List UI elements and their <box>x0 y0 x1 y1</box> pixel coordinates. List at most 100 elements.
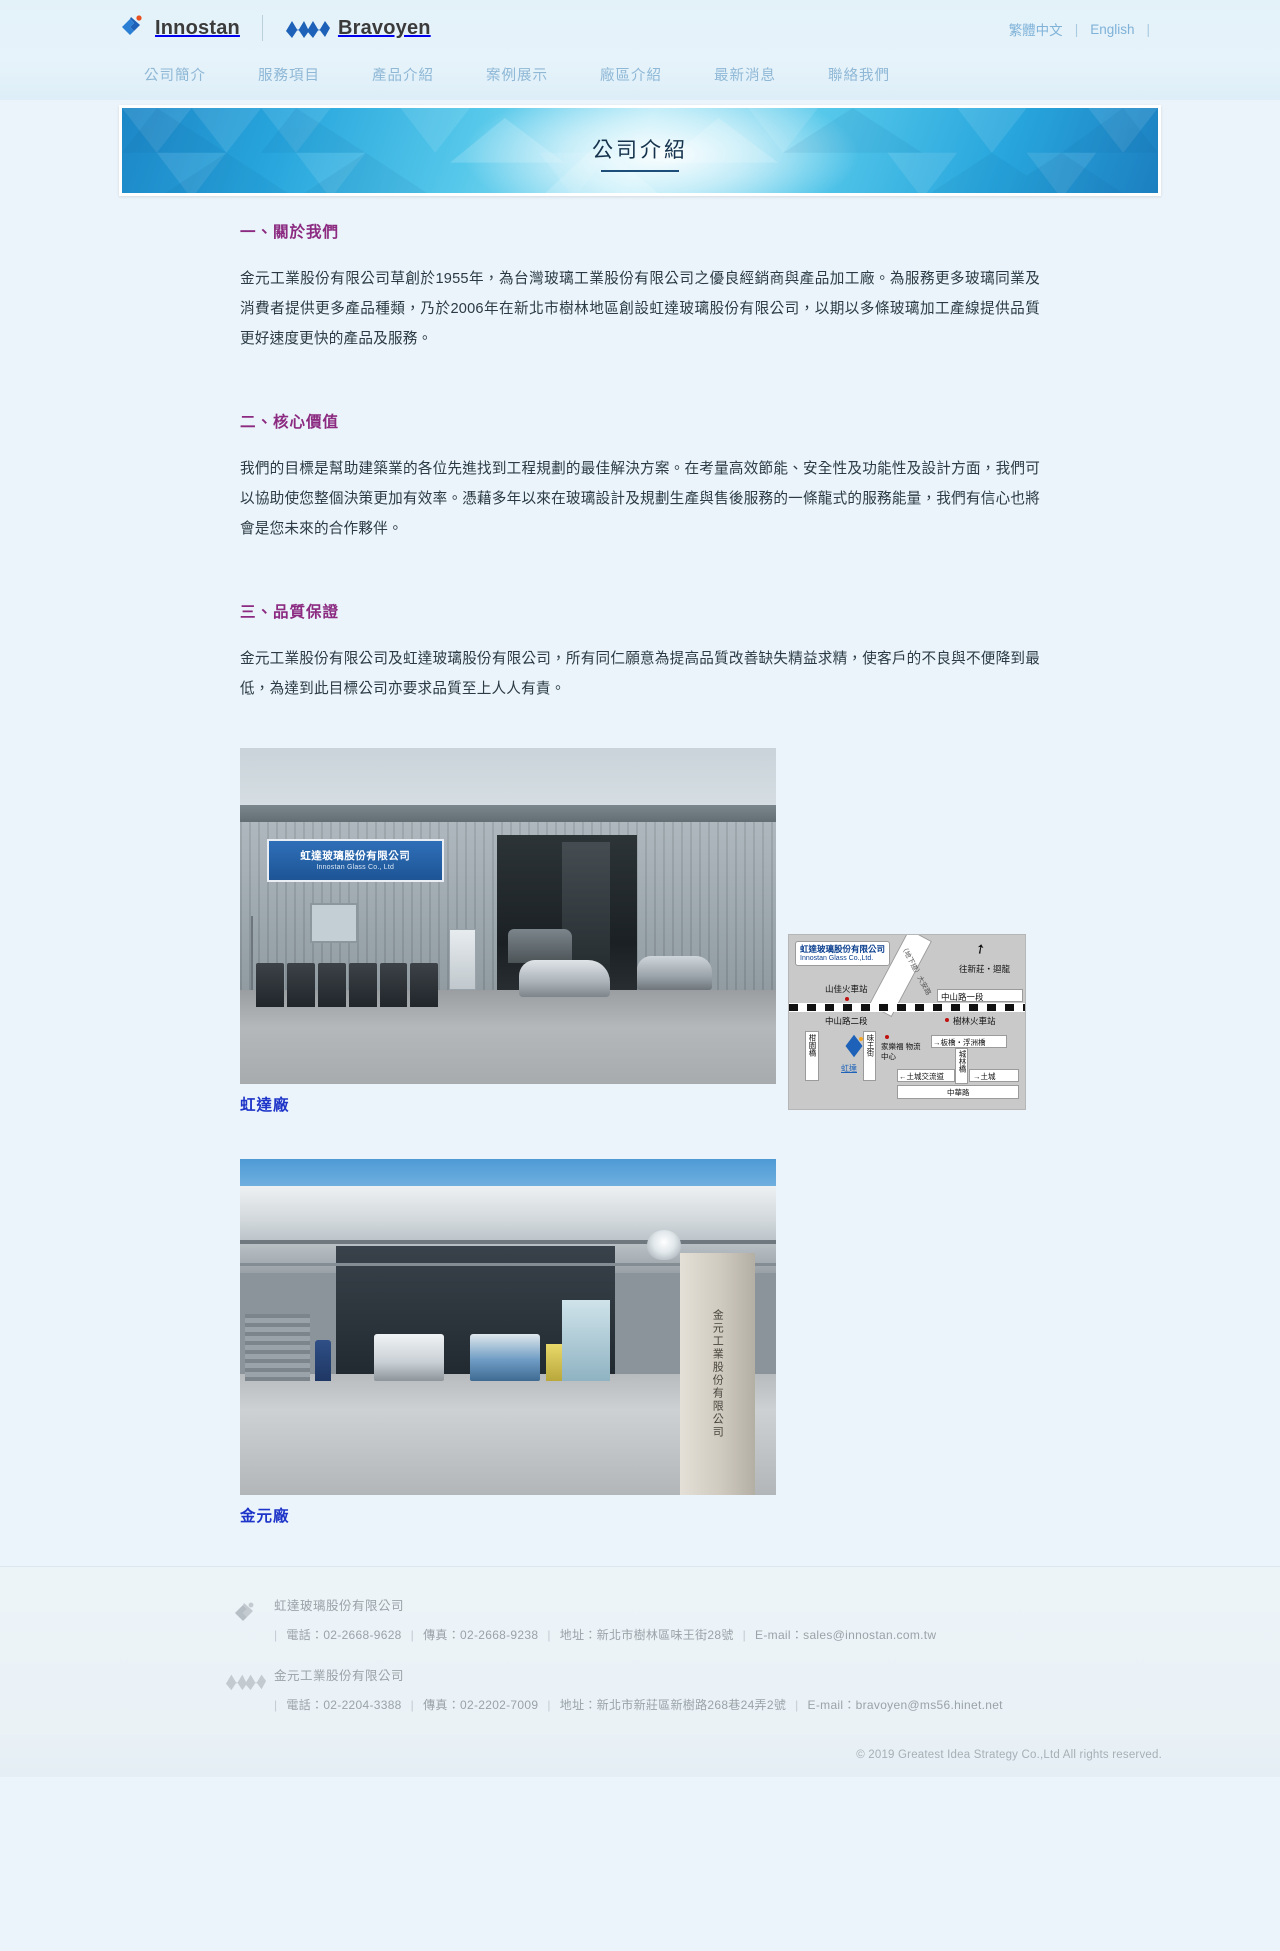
footer-contact-innostan: | 電話： 02-2668-9628 | 傳真： 02-2668-9238 | … <box>274 1626 1062 1643</box>
lang-separator-2: | <box>1146 21 1150 37</box>
lang-zh-link[interactable]: 繁體中文 <box>1009 19 1063 39</box>
footer-address-label-bravoyen: 地址： <box>559 1698 597 1712</box>
nav-item-factory[interactable]: 廠區介紹 <box>574 63 688 89</box>
footer-bar: | <box>410 1697 415 1712</box>
footer-address-label-innostan: 地址： <box>559 1628 597 1642</box>
photo1-car-silver <box>518 959 610 997</box>
footer-bar: | <box>274 1627 278 1642</box>
footer-bar: | <box>742 1627 747 1642</box>
footer-email-label-bravoyen: E-mail： <box>807 1698 856 1712</box>
photo2-worker <box>315 1340 332 1381</box>
footer-mark-innostan <box>218 1595 274 1629</box>
photo2-truck-white <box>374 1333 444 1381</box>
footer-mark-bravoyen <box>218 1665 274 1693</box>
bravoyen-zigzag-icon <box>285 21 330 38</box>
photo2-truck-blue <box>470 1333 541 1381</box>
footer-phone-label-bravoyen: 電話： <box>286 1698 324 1712</box>
footer-contact-bravoyen: | 電話： 02-2204-3388 | 傳真： 02-2202-7009 | … <box>274 1696 1062 1713</box>
footer-fax-innostan: 02-2668-9238 <box>460 1627 539 1642</box>
map-label-ganyuan-bridge: 柑園橋 <box>808 1034 817 1057</box>
photo2-yellow-equipment <box>545 1343 562 1381</box>
map-innostan-logo-dot-icon <box>859 1037 863 1041</box>
footer-email-bravoyen[interactable]: bravoyen@ms56.hinet.net <box>856 1698 1003 1712</box>
map-marker-innostan: 虹達 <box>841 1064 857 1073</box>
footer-bar: | <box>274 1697 278 1712</box>
map-label-to-tucheng: →土城 <box>973 1072 996 1081</box>
nav-item-company-profile[interactable]: 公司簡介 <box>118 63 232 89</box>
nav-item-news[interactable]: 最新消息 <box>688 63 802 89</box>
innostan-diamond-icon <box>122 15 142 35</box>
copyright-text: © 2019 Greatest Idea Strategy Co.,Ltd Al… <box>0 1735 1280 1777</box>
photo1-window <box>309 902 358 943</box>
map-label-tucheng-interchange: ←土城交流道 <box>899 1072 944 1081</box>
footer-company-name-innostan: 虹達玻璃股份有限公司 <box>274 1599 405 1613</box>
photo2-glass-rack <box>561 1300 610 1381</box>
banner-title: 公司介紹 <box>592 139 688 162</box>
section-heading-about: 一、關於我們 <box>240 224 340 241</box>
map-company-en: Innostan Glass Co.,Ltd. <box>800 954 874 962</box>
page-banner: 公司介紹 <box>119 105 1161 196</box>
map-label-weiwang-street: 味王街 <box>866 1034 875 1057</box>
main-content: 一、關於我們 金元工業股份有限公司草創於1955年，為台灣玻璃工業股份有限公司之… <box>0 196 1280 1566</box>
map-north-arrow-icon: ➚ <box>971 939 989 958</box>
nav-item-contact[interactable]: 聯絡我們 <box>802 63 916 89</box>
map-dot-shulin <box>945 1018 949 1022</box>
innostan-diamond-icon <box>235 1602 254 1621</box>
section-heading-quality: 三、品質保證 <box>240 604 340 621</box>
photo2-ceiling-lamp <box>647 1229 682 1260</box>
nav-item-cases[interactable]: 案例展示 <box>460 63 574 89</box>
logo-divider <box>261 15 263 41</box>
footer-bar: | <box>547 1627 551 1642</box>
map-label-zhongshan-2: 中山路二段 <box>825 1016 868 1026</box>
nav-item-products[interactable]: 產品介紹 <box>346 63 460 89</box>
map-company-zh: 虹達玻璃股份有限公司 <box>800 944 886 954</box>
site-footer: 虹達玻璃股份有限公司 | 電話： 02-2668-9628 | 傳真： 02-2… <box>0 1566 1280 1777</box>
main-navigation: 公司簡介 服務項目 產品介紹 案例展示 廠區介紹 最新消息 聯絡我們 <box>118 63 916 89</box>
footer-phone-bravoyen[interactable]: 02-2204-3388 <box>323 1698 401 1712</box>
map-dot-shanjia <box>845 997 849 1001</box>
footer-company-name-bravoyen: 金元工業股份有限公司 <box>274 1669 405 1683</box>
section-body-about: 金元工業股份有限公司草創於1955年，為台灣玻璃工業股份有限公司之優良經銷商與產… <box>240 271 1040 347</box>
photo1-scooter-row <box>256 963 439 1007</box>
photo1-vehicle-in-door <box>508 929 573 964</box>
photo1-company-sign: 虹達玻璃股份有限公司 Innostan Glass Co., Ltd <box>266 838 444 883</box>
photo1-car-grey <box>636 956 712 990</box>
footer-address-bravoyen: 新北市新莊區新樹路268巷24弄2號 <box>596 1698 787 1712</box>
photo1-pole <box>250 916 253 990</box>
nav-item-services[interactable]: 服務項目 <box>232 63 346 89</box>
footer-fax-label-innostan: 傳真： <box>423 1628 460 1642</box>
section-body-quality: 金元工業股份有限公司及虹達玻璃股份有限公司，所有同仁願意為提高品質改善缺失精益求… <box>240 651 1040 697</box>
map-label-zhongshan-1: 中山路一段 <box>941 992 984 1002</box>
photo1-cabinet <box>449 929 476 990</box>
photo1-scooter <box>379 963 408 1007</box>
footer-email-label-innostan: E-mail： <box>755 1628 804 1642</box>
map-label-to-banqiao: →板橋・浮洲橋 <box>933 1038 986 1047</box>
photo1-scooter <box>256 963 284 1007</box>
map-dot-carrefour <box>885 1035 889 1039</box>
footer-bar: | <box>547 1697 551 1712</box>
footer-bar: | <box>410 1627 415 1642</box>
section-heading-core-values: 二、核心價值 <box>240 414 340 431</box>
footer-fax-bravoyen: 02-2202-7009 <box>460 1697 539 1712</box>
map-label-zhonghua-road: 中華路 <box>947 1088 970 1097</box>
map-label-carrefour: 家樂福 物流中心 <box>881 1042 921 1061</box>
language-switcher: 繁體中文 | English | <box>1009 19 1162 39</box>
footer-company-bravoyen: 金元工業股份有限公司 | 電話： 02-2204-3388 | 傳真： 02-2… <box>218 1665 1062 1713</box>
lang-en-link[interactable]: English <box>1090 22 1134 37</box>
logo-bravoyen[interactable]: Bravoyen <box>285 16 431 40</box>
footer-email-innostan[interactable]: sales@innostan.com.tw <box>803 1628 936 1642</box>
photo1-sign-zh: 虹達玻璃股份有限公司 <box>300 850 411 863</box>
footer-phone-label-innostan: 電話： <box>286 1628 324 1642</box>
content-column: 一、關於我們 金元工業股份有限公司草創於1955年，為台灣玻璃工業股份有限公司之… <box>240 196 1040 1526</box>
photo1-scooter <box>410 963 439 1007</box>
photo1-scooter <box>348 963 377 1007</box>
footer-phone-innostan[interactable]: 02-2668-9628 <box>323 1628 401 1642</box>
footer-address-innostan: 新北市樹林區味王街28號 <box>596 1628 734 1642</box>
photo2-beam-upper <box>240 1239 776 1244</box>
map-label-shanjia-station: 山佳火車站 <box>825 984 868 994</box>
factory-photo-innostan: 虹達玻璃股份有限公司 Innostan Glass Co., Ltd <box>240 748 776 1084</box>
footer-bar: | <box>795 1697 799 1712</box>
map-label-to-xinzhuang: 往新莊・迴龍 <box>959 964 1011 974</box>
photo-block-bravoyen: 金元工業股份有限公司 金元廠 <box>240 1159 1040 1526</box>
logo-innostan[interactable]: Innostan <box>118 14 240 42</box>
